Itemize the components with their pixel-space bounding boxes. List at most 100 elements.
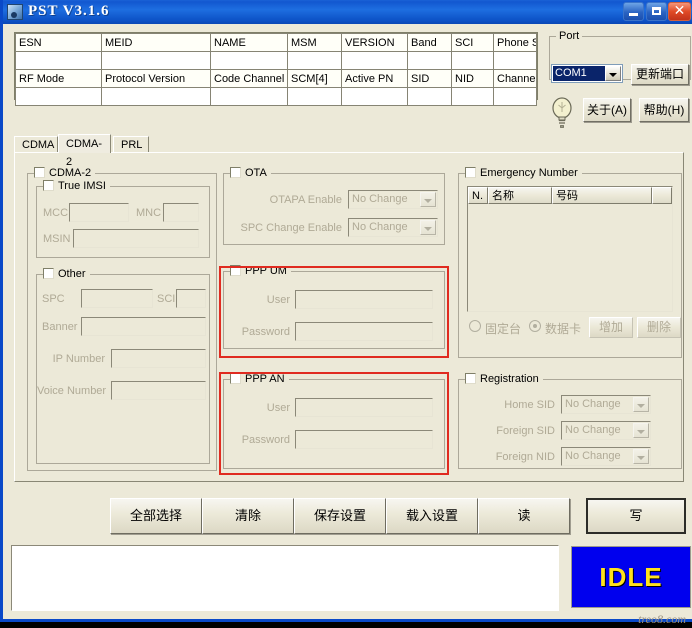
clear-button[interactable]: 清除 xyxy=(202,498,294,534)
ppp-an-groupbox: PPP AN User Password xyxy=(223,373,445,469)
emergency-number-list[interactable]: N. 名称 号码 xyxy=(467,186,673,312)
spc-input[interactable] xyxy=(81,289,153,308)
mcc-input[interactable] xyxy=(69,203,129,222)
ota-checkbox[interactable] xyxy=(230,167,241,178)
registration-label: Registration xyxy=(480,373,539,385)
cell-codechannel-label: Code Channel xyxy=(210,69,288,88)
device-info-table: ESN MEID NAME MSM VERSION Band SCI Phone… xyxy=(15,33,537,106)
radio-fixed-station[interactable] xyxy=(469,320,481,332)
ip-number-input[interactable] xyxy=(111,349,206,368)
close-icon: ✕ xyxy=(673,3,686,19)
ppp-um-checkbox[interactable] xyxy=(230,265,241,276)
update-port-button[interactable]: 更新端口 xyxy=(631,64,689,85)
ppp-um-password-input[interactable] xyxy=(295,322,433,341)
cell-scm4-value xyxy=(287,87,342,106)
mnc-label: MNC xyxy=(136,207,162,219)
ppp-an-user-label: User xyxy=(266,402,290,414)
status-badge: IDLE xyxy=(571,546,691,608)
chevron-down-icon[interactable] xyxy=(633,397,649,412)
msin-input[interactable] xyxy=(73,229,199,248)
help-button[interactable]: 帮助(H) xyxy=(639,98,689,122)
column-header-blank[interactable] xyxy=(652,187,672,204)
table-row-header-1: ESN MEID NAME MSM VERSION Band SCI Phone… xyxy=(15,33,537,52)
device-info-grid: ESN MEID NAME MSM VERSION Band SCI Phone… xyxy=(14,32,538,106)
emergency-caption: Emergency Number xyxy=(465,167,582,180)
column-header-index[interactable]: N. xyxy=(468,187,488,204)
voice-number-input[interactable] xyxy=(111,381,206,400)
registration-checkbox[interactable] xyxy=(465,373,476,384)
chevron-down-icon[interactable] xyxy=(420,220,436,235)
banner-input[interactable] xyxy=(81,317,206,336)
true-imsi-label: True IMSI xyxy=(58,180,106,192)
cell-channel-label: Channel xyxy=(493,69,537,88)
ota-label: OTA xyxy=(245,167,267,179)
cell-msm-label: MSM xyxy=(287,33,342,52)
add-emergency-button[interactable]: 增加 xyxy=(589,317,633,338)
maximize-button[interactable] xyxy=(646,2,667,21)
cell-band-value xyxy=(407,51,452,70)
read-button[interactable]: 读 xyxy=(478,498,570,534)
about-button[interactable]: 关于(A) xyxy=(583,98,631,122)
column-header-number[interactable]: 号码 xyxy=(552,187,652,204)
select-all-button[interactable]: 全部选择 xyxy=(110,498,202,534)
other-checkbox[interactable] xyxy=(43,268,54,279)
table-row-values-1 xyxy=(15,51,537,70)
tab-page-cdma-2: CDMA-2 True IMSI MCC MNC MSIN Other SPC … xyxy=(14,152,684,482)
chevron-down-icon[interactable] xyxy=(633,423,649,438)
table-row-header-2: RF Mode Protocol Version Code Channel SC… xyxy=(15,69,537,88)
ota-groupbox: OTA OTAPA Enable No Change SPC Change En… xyxy=(223,167,445,245)
otapa-enable-combobox[interactable]: No Change xyxy=(348,190,438,209)
tab-cdma[interactable]: CDMA xyxy=(14,136,58,153)
foreign-sid-combobox[interactable]: No Change xyxy=(561,421,651,440)
foreign-nid-label: Foreign NID xyxy=(495,451,555,463)
save-settings-button[interactable]: 保存设置 xyxy=(294,498,386,534)
mnc-input[interactable] xyxy=(163,203,199,222)
column-header-name[interactable]: 名称 xyxy=(488,187,552,204)
cell-rfmode-label: RF Mode xyxy=(15,69,102,88)
spc-change-enable-combobox[interactable]: No Change xyxy=(348,218,438,237)
load-settings-button[interactable]: 载入设置 xyxy=(386,498,478,534)
ppp-um-user-input[interactable] xyxy=(295,290,433,309)
ppp-an-user-input[interactable] xyxy=(295,398,433,417)
home-sid-label: Home SID xyxy=(504,399,555,411)
ppp-um-password-label: Password xyxy=(241,326,290,338)
close-button[interactable]: ✕ xyxy=(668,2,691,21)
minimize-icon xyxy=(629,13,638,16)
app-icon xyxy=(7,4,23,20)
minimize-button[interactable] xyxy=(623,2,644,21)
spc-label: SPC xyxy=(42,293,65,305)
title-bar: PST V3.1.6 ✕ xyxy=(3,0,692,24)
delete-emergency-button[interactable]: 删除 xyxy=(637,317,681,338)
ppp-an-checkbox[interactable] xyxy=(230,373,241,384)
tab-prl[interactable]: PRL xyxy=(113,136,149,153)
port-combobox[interactable]: COM1 xyxy=(551,64,623,83)
sci-input[interactable] xyxy=(176,289,206,308)
chevron-down-icon[interactable] xyxy=(420,192,436,207)
home-sid-combobox[interactable]: No Change xyxy=(561,395,651,414)
foreign-nid-combobox[interactable]: No Change xyxy=(561,447,651,466)
cell-nid-value xyxy=(451,87,494,106)
write-button[interactable]: 写 xyxy=(586,498,686,534)
cell-phonestate-value xyxy=(493,51,537,70)
true-imsi-checkbox[interactable] xyxy=(43,180,54,191)
ppp-an-password-input[interactable] xyxy=(295,430,433,449)
true-imsi-groupbox: True IMSI MCC MNC MSIN xyxy=(36,180,210,258)
radio-data-card[interactable] xyxy=(529,320,541,332)
cell-channel-value xyxy=(493,87,537,106)
banner-label: Banner xyxy=(42,321,78,333)
tab-cdma-2[interactable]: CDMA-2 xyxy=(58,134,111,168)
log-output[interactable] xyxy=(11,545,559,611)
chevron-down-icon[interactable] xyxy=(633,449,649,464)
other-caption: Other xyxy=(43,268,90,281)
emergency-checkbox[interactable] xyxy=(465,167,476,178)
cell-sci-label: SCI xyxy=(451,33,494,52)
home-sid-value: No Change xyxy=(565,398,621,410)
chevron-down-icon[interactable] xyxy=(605,66,621,81)
cell-name-value xyxy=(210,51,288,70)
spc-change-enable-value: No Change xyxy=(352,221,408,233)
cell-rfmode-value xyxy=(15,87,102,106)
cell-esn-value xyxy=(15,51,102,70)
lightbulb-icon xyxy=(552,97,572,128)
cdma2-checkbox[interactable] xyxy=(34,167,45,178)
cdma2-groupbox: CDMA-2 True IMSI MCC MNC MSIN Other SPC … xyxy=(27,167,217,471)
